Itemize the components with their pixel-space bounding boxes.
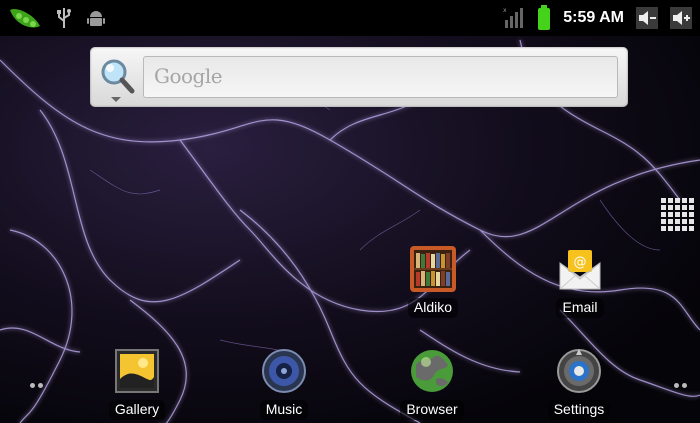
app-aldiko[interactable]: Aldiko: [388, 245, 478, 318]
gallery-picture-icon: [115, 349, 159, 393]
app-browser[interactable]: Browser: [387, 347, 477, 420]
next-screen-indicator[interactable]: [674, 383, 687, 388]
app-label: Settings: [547, 400, 611, 420]
app-label: Music: [259, 400, 309, 420]
status-bar: x 5:59 AM: [0, 0, 700, 36]
search-input[interactable]: Google: [143, 56, 618, 98]
app-drawer-button[interactable]: [661, 198, 697, 236]
signal-icon: x: [503, 7, 524, 28]
svg-text:x: x: [503, 7, 507, 14]
clock: 5:59 AM: [563, 9, 624, 26]
app-label: Gallery: [108, 400, 166, 420]
app-grid-icon: [661, 198, 697, 231]
battery-icon: [538, 5, 551, 30]
google-search-widget[interactable]: Google: [90, 47, 628, 107]
browser-globe-icon: [411, 350, 453, 392]
home-screen: x 5:59 AM Google Aldiko @ Email Gallery …: [0, 0, 700, 423]
app-gallery[interactable]: Gallery: [92, 347, 182, 420]
peapod-notification-icon[interactable]: [8, 4, 42, 32]
volume-down-icon[interactable]: [636, 7, 658, 29]
app-label: Email: [556, 298, 604, 318]
settings-gear-icon: [557, 349, 601, 393]
svg-text:@: @: [574, 255, 587, 270]
android-debug-icon: [87, 11, 105, 26]
search-icon[interactable]: [96, 55, 136, 103]
search-placeholder: Google: [154, 64, 223, 88]
app-label: Browser: [400, 400, 464, 420]
aldiko-bookshelf-icon: [410, 246, 456, 292]
email-envelope-icon: @: [559, 250, 601, 290]
app-settings[interactable]: Settings: [534, 347, 624, 420]
app-music[interactable]: Music: [239, 347, 329, 420]
music-speaker-icon: [262, 349, 306, 393]
app-label: Aldiko: [407, 298, 459, 318]
app-email[interactable]: @ Email: [535, 245, 625, 318]
previous-screen-indicator[interactable]: [30, 383, 43, 388]
volume-up-icon[interactable]: [670, 7, 692, 29]
usb-icon: [57, 8, 71, 28]
